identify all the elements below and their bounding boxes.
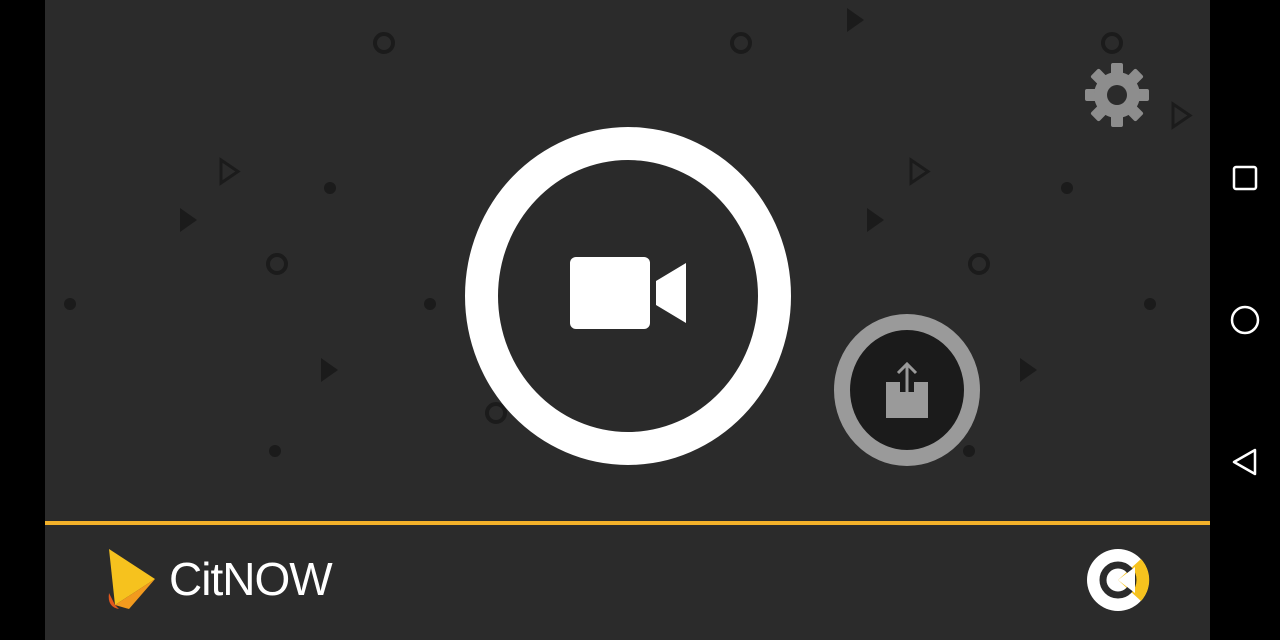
gear-icon <box>1085 63 1149 127</box>
pattern-dot-icon <box>269 445 281 457</box>
share-upload-icon <box>886 362 928 418</box>
pattern-ring-icon <box>968 253 990 275</box>
upload-button[interactable] <box>834 314 980 466</box>
video-camera-icon <box>570 257 686 329</box>
settings-button[interactable] <box>1082 60 1152 130</box>
pattern-play-outline-icon <box>219 157 241 186</box>
pattern-dot-icon <box>1144 298 1156 310</box>
pattern-ring-icon <box>266 253 288 275</box>
pattern-dot-icon <box>324 182 336 194</box>
back-triangle-icon <box>1232 448 1257 476</box>
pattern-dot-icon <box>64 298 76 310</box>
system-navigation-bar <box>1210 0 1280 640</box>
citnow-badge-icon <box>1087 549 1150 611</box>
app-window: CitNOW <box>0 0 1280 640</box>
main-screen: CitNOW <box>45 0 1210 640</box>
pattern-play-icon <box>847 8 864 32</box>
pattern-dot-icon <box>963 445 975 457</box>
pattern-ring-icon <box>730 32 752 54</box>
brand-name: CitNOW <box>169 553 333 605</box>
citnow-play-logo-icon <box>108 549 155 609</box>
pattern-dot-icon <box>424 298 436 310</box>
home-circle-icon <box>1230 305 1260 335</box>
brand-logo: CitNOW <box>105 547 333 611</box>
pattern-play-icon <box>180 208 197 232</box>
recents-square-icon <box>1232 165 1258 191</box>
pattern-play-outline-icon <box>909 157 931 186</box>
record-video-button[interactable] <box>465 127 791 465</box>
pattern-ring-icon <box>373 32 395 54</box>
pattern-dot-icon <box>1061 182 1073 194</box>
back-button[interactable] <box>1224 441 1266 483</box>
pattern-play-icon <box>321 358 338 382</box>
home-button[interactable] <box>1224 299 1266 341</box>
pattern-ring-icon <box>1101 32 1123 54</box>
pattern-play-outline-icon <box>1171 101 1193 130</box>
recents-button[interactable] <box>1224 157 1266 199</box>
pattern-ring-icon <box>485 402 507 424</box>
pattern-play-icon <box>867 208 884 232</box>
pattern-play-icon <box>1020 358 1037 382</box>
